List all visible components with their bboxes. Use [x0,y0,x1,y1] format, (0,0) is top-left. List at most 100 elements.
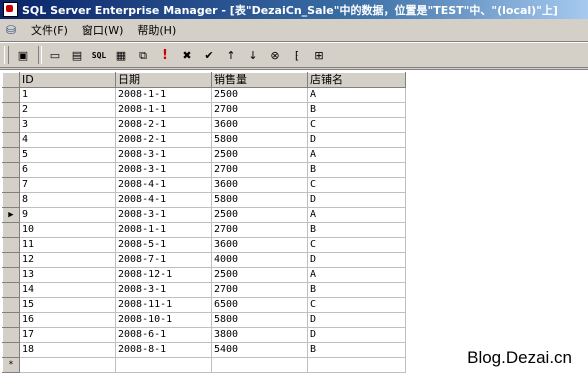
change-query-type-icon[interactable]: ⧉ [133,45,153,65]
cell-store[interactable]: D [307,192,406,208]
show-results-pane-icon[interactable]: ▦ [111,45,131,65]
cell-date[interactable]: 2008-3-1 [115,282,212,298]
cell-store[interactable]: C [307,297,406,313]
cell-id[interactable]: 7 [19,177,116,193]
row-selector[interactable] [2,297,20,313]
header-corner[interactable] [2,72,20,88]
cell-date[interactable]: 2008-4-1 [115,177,212,193]
document-icon[interactable]: ⛁ [4,23,18,37]
properties-icon[interactable]: ▣ [13,45,33,65]
row-selector[interactable] [2,237,20,253]
cell-store[interactable]: B [307,342,406,358]
cell-id[interactable]: 11 [19,237,116,253]
row-selector[interactable] [2,342,20,358]
cell-store[interactable]: C [307,117,406,133]
show-diagram-pane-icon[interactable]: ▭ [45,45,65,65]
table-row[interactable]: 6 2008-3-1 2700 B [2,162,406,178]
cell-date[interactable]: 2008-7-1 [115,252,212,268]
cell-sales[interactable]: 2700 [211,162,308,178]
cell-sales[interactable]: 2700 [211,222,308,238]
cell-id[interactable]: 15 [19,297,116,313]
cancel-query-icon[interactable]: ✖ [177,45,197,65]
sort-ascending-icon[interactable]: ↑ [221,45,241,65]
run-icon[interactable]: ! [155,45,175,65]
row-selector[interactable]: ▶ [2,207,20,223]
cell-date[interactable]: 2008-10-1 [115,312,212,328]
cell-sales[interactable]: 4000 [211,252,308,268]
row-selector[interactable] [2,222,20,238]
cell-id[interactable]: 5 [19,147,116,163]
cell-id[interactable]: 1 [19,87,116,103]
cell-id[interactable]: 9 [19,207,116,223]
cell-store[interactable]: A [307,87,406,103]
cell-date[interactable]: 2008-1-1 [115,102,212,118]
cell-date[interactable]: 2008-1-1 [115,87,212,103]
cell-store[interactable]: C [307,177,406,193]
new-row-marker[interactable]: * [2,357,20,373]
row-selector[interactable] [2,312,20,328]
cell-sales[interactable]: 5800 [211,132,308,148]
cell-store[interactable]: B [307,162,406,178]
cell-store[interactable]: C [307,237,406,253]
table-row[interactable]: 8 2008-4-1 5800 D [2,192,406,208]
cell-date[interactable]: 2008-2-1 [115,132,212,148]
cell-id[interactable]: 14 [19,282,116,298]
new-row-cell[interactable] [307,357,406,373]
table-row[interactable]: 12 2008-7-1 4000 D [2,252,406,268]
cell-sales[interactable]: 2700 [211,282,308,298]
table-row[interactable]: 10 2008-1-1 2700 B [2,222,406,238]
table-row[interactable]: 17 2008-6-1 3800 D [2,327,406,343]
cell-id[interactable]: 12 [19,252,116,268]
column-header-id[interactable]: ID [19,72,116,88]
row-selector[interactable] [2,252,20,268]
table-row[interactable]: 15 2008-11-1 6500 C [2,297,406,313]
verify-sql-icon[interactable]: ✔ [199,45,219,65]
cell-sales[interactable]: 3600 [211,237,308,253]
cell-sales[interactable]: 2500 [211,267,308,283]
menu-window[interactable]: 窗口(W) [75,20,130,40]
cell-date[interactable]: 2008-3-1 [115,162,212,178]
new-row-cell[interactable] [211,357,308,373]
cell-id[interactable]: 8 [19,192,116,208]
table-row[interactable]: 5 2008-3-1 2500 A [2,147,406,163]
cell-sales[interactable]: 2500 [211,207,308,223]
cell-store[interactable]: D [307,312,406,328]
row-selector[interactable] [2,132,20,148]
table-row[interactable]: 14 2008-3-1 2700 B [2,282,406,298]
column-header-sales[interactable]: 销售量 [211,72,308,88]
cell-date[interactable]: 2008-6-1 [115,327,212,343]
row-selector[interactable] [2,267,20,283]
cell-sales[interactable]: 5400 [211,342,308,358]
cell-date[interactable]: 2008-8-1 [115,342,212,358]
cell-sales[interactable]: 2500 [211,147,308,163]
cell-date[interactable]: 2008-2-1 [115,117,212,133]
cell-store[interactable]: D [307,132,406,148]
row-selector[interactable] [2,162,20,178]
cell-date[interactable]: 2008-3-1 [115,207,212,223]
cell-store[interactable]: B [307,222,406,238]
cell-id[interactable]: 18 [19,342,116,358]
table-row[interactable]: 7 2008-4-1 3600 C [2,177,406,193]
row-selector[interactable] [2,87,20,103]
cell-date[interactable]: 2008-3-1 [115,147,212,163]
cell-date[interactable]: 2008-1-1 [115,222,212,238]
cell-id[interactable]: 10 [19,222,116,238]
menu-help[interactable]: 帮助(H) [130,20,183,40]
cell-sales[interactable]: 3600 [211,117,308,133]
table-row[interactable]: 3 2008-2-1 3600 C [2,117,406,133]
group-by-icon[interactable]: ⁅ [287,45,307,65]
menu-file[interactable]: 文件(F) [24,20,75,40]
cell-store[interactable]: D [307,252,406,268]
row-selector[interactable] [2,192,20,208]
cell-date[interactable]: 2008-5-1 [115,237,212,253]
cell-date[interactable]: 2008-12-1 [115,267,212,283]
row-selector[interactable] [2,147,20,163]
cell-store[interactable]: A [307,207,406,223]
cell-sales[interactable]: 3600 [211,177,308,193]
cell-store[interactable]: B [307,102,406,118]
cell-id[interactable]: 3 [19,117,116,133]
cell-date[interactable]: 2008-11-1 [115,297,212,313]
row-selector[interactable] [2,282,20,298]
cell-id[interactable]: 4 [19,132,116,148]
row-selector[interactable] [2,102,20,118]
